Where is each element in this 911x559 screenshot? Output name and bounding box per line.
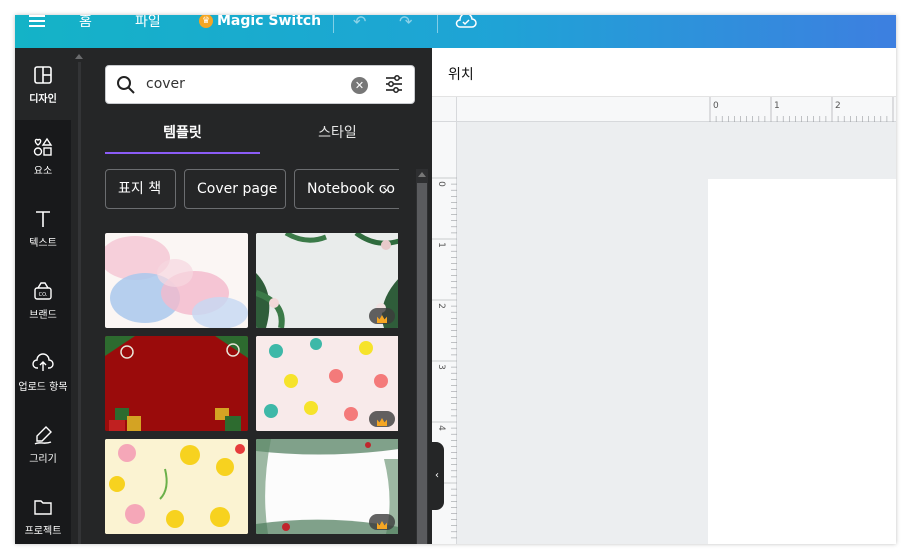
template-thumbnail[interactable] — [105, 336, 248, 431]
text-icon — [36, 210, 50, 227]
editor-main: 위치 0 1 2 0 1 2 3 4 — [432, 48, 896, 544]
panel-scrollbar[interactable] — [416, 169, 428, 544]
ruler-top-label: 0 — [713, 101, 719, 111]
left-rail: 디자인 요소 텍스트 CO. 브랜드 업로드 항목 그리기 프로젝트 — [15, 48, 71, 544]
scroll-up-arrow-icon[interactable] — [418, 172, 426, 177]
redo-icon[interactable]: ↷ — [399, 15, 412, 31]
template-thumbnail[interactable] — [256, 439, 398, 534]
search-icon — [117, 76, 135, 94]
ruler-top-label: 1 — [774, 101, 780, 111]
rail-label-design: 디자인 — [29, 93, 57, 105]
hamburger-icon[interactable] — [29, 15, 47, 31]
magic-switch-button[interactable]: ♛ Magic Switch — [199, 15, 321, 31]
rail-label-elements: 요소 — [33, 165, 53, 177]
svg-text:CO.: CO. — [39, 292, 48, 298]
tab-templates[interactable]: 템플릿 — [105, 114, 260, 152]
chip-cover-page[interactable]: Cover page — [184, 169, 286, 209]
chevron-right-icon[interactable]: › — [382, 180, 388, 199]
template-thumbnail[interactable] — [256, 233, 398, 328]
rail-label-draw: 그리기 — [29, 453, 57, 465]
collapse-panel-button[interactable]: ‹ — [430, 442, 444, 510]
undo-icon[interactable]: ↶ — [353, 15, 366, 31]
elements-icon — [33, 137, 53, 156]
toolbar-divider — [333, 15, 334, 33]
template-thumbnail[interactable] — [105, 439, 248, 534]
ruler-left-label: 2 — [435, 303, 446, 309]
rail-label-brand: 브랜드 — [29, 309, 57, 321]
chip-book-cover[interactable]: 표지 책 — [105, 169, 176, 209]
premium-crown-icon — [369, 514, 395, 530]
crown-icon: ♛ — [199, 15, 213, 28]
filter-icon[interactable] — [384, 74, 404, 94]
template-thumbnail[interactable] — [256, 336, 398, 431]
folder-icon — [34, 499, 52, 515]
draw-icon — [34, 425, 52, 445]
brand-icon: CO. — [34, 281, 52, 300]
premium-crown-icon — [369, 411, 395, 427]
search-input[interactable]: cover — [146, 76, 185, 92]
design-icon — [34, 65, 52, 84]
editor-toolbar: 위치 — [432, 48, 896, 97]
rail-item-projects[interactable]: 프로젝트 — [15, 480, 71, 544]
gutter-track — [78, 62, 81, 544]
ruler-top-label: 2 — [835, 101, 841, 111]
toolbar-divider — [437, 15, 438, 33]
tab-styles[interactable]: 스타일 — [260, 114, 415, 152]
rail-item-uploads[interactable]: 업로드 항목 — [15, 336, 71, 408]
template-thumbnail[interactable] — [105, 233, 248, 328]
top-bar: 홈 파일 ♛ Magic Switch ↶ ↷ — [15, 15, 896, 48]
magic-switch-label: Magic Switch — [217, 15, 322, 29]
rail-label-text: 텍스트 — [29, 237, 57, 249]
ruler-left-label: 4 — [435, 425, 446, 431]
ruler-left-label: 0 — [435, 181, 446, 187]
suggestion-chips: 표지 책 Cover page Notebook co — [105, 169, 399, 209]
home-menu[interactable]: 홈 — [79, 15, 92, 31]
scroll-up-arrow-icon[interactable] — [75, 54, 83, 59]
file-menu[interactable]: 파일 — [135, 15, 161, 31]
templates-panel: cover ✕ 템플릿 스타일 표지 책 Cover page Notebook… — [88, 48, 432, 544]
ruler-top-ticks — [709, 97, 894, 122]
upload-icon — [32, 352, 54, 371]
ruler-left-label: 1 — [435, 242, 446, 248]
app-window: 홈 파일 ♛ Magic Switch ↶ ↷ 디자인 요소 텍스트 CO. 브… — [15, 15, 896, 544]
design-page[interactable] — [708, 179, 896, 544]
template-grid — [105, 233, 398, 544]
rail-item-brand[interactable]: CO. 브랜드 — [15, 264, 71, 336]
rail-label-uploads: 업로드 항목 — [18, 381, 68, 393]
panel-left-gutter — [71, 48, 88, 544]
search-box[interactable]: cover ✕ — [105, 65, 415, 104]
position-button[interactable]: 위치 — [448, 64, 474, 84]
rail-item-design[interactable]: 디자인 — [15, 48, 71, 120]
ruler-top: 0 1 2 — [457, 97, 896, 122]
rail-item-draw[interactable]: 그리기 — [15, 408, 71, 480]
clear-icon[interactable]: ✕ — [351, 77, 368, 94]
premium-crown-icon — [369, 308, 395, 324]
ruler-corner — [432, 97, 457, 122]
cloud-saved-icon[interactable] — [455, 15, 477, 31]
active-tab-indicator — [105, 152, 260, 154]
scrollbar-thumb[interactable] — [417, 183, 427, 544]
rail-label-projects: 프로젝트 — [24, 525, 62, 537]
ruler-left-label: 3 — [435, 364, 446, 370]
rail-item-elements[interactable]: 요소 — [15, 120, 71, 192]
rail-item-text[interactable]: 텍스트 — [15, 192, 71, 264]
panel-tabs: 템플릿 스타일 — [105, 114, 415, 154]
